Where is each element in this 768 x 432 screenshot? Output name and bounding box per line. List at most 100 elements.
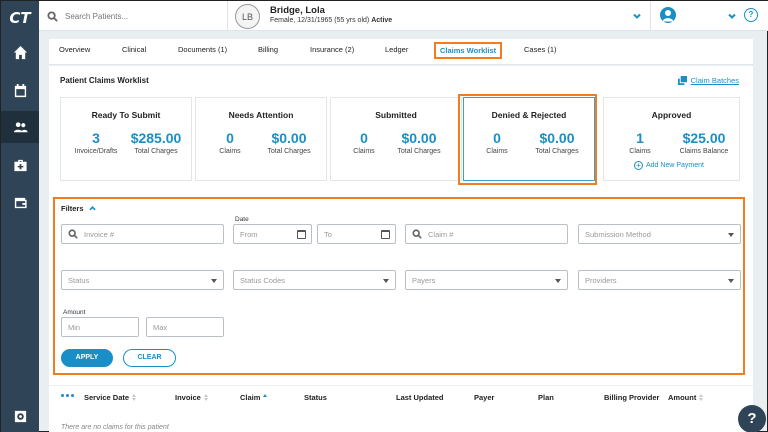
max-placeholder: Max: [153, 322, 168, 332]
summary-title: Approved: [651, 110, 692, 120]
chevron-down-icon[interactable]: [728, 12, 736, 20]
column-label: Amount: [668, 393, 697, 402]
amount-max-field[interactable]: Max: [146, 317, 224, 337]
sort-icon: [132, 394, 137, 401]
sort-icon: [699, 394, 704, 401]
filters-panel: Filters Invoice # Date From To Claim # S…: [53, 197, 745, 375]
sort-ascending-icon: [263, 394, 268, 401]
tab-cases[interactable]: Cases (1): [524, 45, 557, 54]
tab-overview[interactable]: Overview: [59, 45, 90, 54]
claim-batches-label[interactable]: Claim Batches: [691, 76, 739, 85]
batches-icon: [677, 76, 687, 85]
apply-button[interactable]: APPLY: [61, 349, 113, 367]
claims-worklist-panel: Patient Claims Worklist Claim Batches Re…: [49, 66, 753, 432]
add-new-payment-label[interactable]: Add New Payment: [646, 162, 704, 169]
patient-search-input[interactable]: [65, 11, 215, 21]
help-button[interactable]: ?: [738, 405, 766, 432]
patient-tabs: Overview Clinical Documents (1) Billing …: [49, 39, 753, 65]
payers-placeholder: Payers: [412, 275, 436, 285]
status-placeholder: Status: [68, 275, 90, 285]
tab-documents[interactable]: Documents (1): [178, 45, 227, 54]
sort-icon: [203, 394, 208, 401]
column-label: Billing Provider: [604, 393, 660, 402]
clear-button[interactable]: CLEAR: [123, 349, 176, 367]
caret-down-icon: [211, 279, 217, 283]
summary-title: Ready To Submit: [91, 110, 161, 120]
summary-card-approved[interactable]: Approved 1 Claims $25.00 Claims Balance …: [603, 97, 740, 181]
tab-ledger[interactable]: Ledger: [385, 45, 408, 54]
amount-label: Amount: [63, 309, 86, 316]
status-select[interactable]: Status: [61, 270, 224, 290]
patient-search[interactable]: [47, 5, 227, 27]
to-placeholder: To: [324, 229, 332, 239]
caret-down-icon: [728, 233, 734, 237]
date-label: Date: [235, 216, 249, 223]
column-label: Claim: [240, 393, 261, 402]
payers-select[interactable]: Payers: [405, 270, 568, 290]
summary-right-value: $285.00: [130, 130, 182, 146]
providers-placeholder: Providers: [585, 275, 617, 285]
date-to-field[interactable]: To: [317, 224, 396, 244]
divider: [650, 1, 651, 31]
column-label: Plan: [538, 393, 554, 402]
tab-claims-worklist[interactable]: Claims Worklist: [434, 42, 503, 59]
claim-batches-link[interactable]: Claim Batches: [677, 76, 739, 85]
column-options-icon[interactable]: [61, 394, 74, 397]
summary-left-label: Claims: [219, 148, 241, 155]
column-label: Last Updated: [396, 393, 444, 402]
settings-icon[interactable]: [1, 404, 39, 428]
column-header-billing-provider[interactable]: Billing Provider: [604, 393, 659, 402]
status-codes-select[interactable]: Status Codes: [233, 270, 396, 290]
summary-left-value: 3: [92, 130, 100, 146]
date-from-field[interactable]: From: [233, 224, 312, 244]
filters-toggle[interactable]: Filters: [61, 204, 96, 213]
column-header-amount[interactable]: Amount: [668, 393, 704, 402]
summary-left-value: 0: [226, 130, 234, 146]
add-new-payment-button[interactable]: + Add New Payment: [634, 161, 704, 170]
column-header-status[interactable]: Status: [304, 393, 327, 402]
user-icon[interactable]: [660, 7, 676, 23]
claim-search-field[interactable]: Claim #: [405, 224, 568, 244]
summary-card-needs-attention[interactable]: Needs Attention 0 Claims $0.00 Total Cha…: [195, 97, 327, 181]
providers-select[interactable]: Providers: [578, 270, 741, 290]
wallet-icon[interactable]: [1, 190, 39, 214]
invoice-search-field[interactable]: Invoice #: [61, 224, 224, 244]
caret-down-icon: [383, 279, 389, 283]
summary-left-value: 0: [360, 130, 368, 146]
page-title: Patient Claims Worklist: [60, 76, 149, 85]
submission-method-placeholder: Submission Method: [585, 229, 651, 239]
sidebar: CT: [1, 1, 39, 432]
medical-kit-icon[interactable]: [1, 153, 39, 177]
amount-min-field[interactable]: Min: [61, 317, 139, 337]
patients-icon[interactable]: [1, 111, 39, 143]
from-placeholder: From: [240, 229, 258, 239]
chevron-down-icon[interactable]: [633, 12, 641, 20]
calendar-icon[interactable]: [381, 230, 390, 239]
patient-info: Female, 12/31/1965 (55 yrs old) Active: [270, 17, 392, 24]
summary-card-ready-to-submit[interactable]: Ready To Submit 3 Invoice/Drafts $285.00…: [60, 97, 192, 181]
calendar-icon[interactable]: [297, 230, 306, 239]
column-header-claim[interactable]: Claim: [240, 393, 268, 402]
summary-right-label: Total Charges: [397, 148, 441, 155]
calendar-icon[interactable]: [1, 78, 39, 102]
summary-right-label: Claims Balance: [679, 148, 729, 155]
app-logo[interactable]: CT: [1, 1, 39, 35]
patient-status: Active: [371, 17, 393, 24]
filters-label: Filters: [61, 204, 84, 213]
divider: [227, 1, 228, 31]
column-header-service-date[interactable]: Service Date: [84, 393, 137, 402]
column-label: Service Date: [84, 393, 130, 402]
column-header-payer[interactable]: Payer: [474, 393, 494, 402]
search-icon: [68, 229, 78, 239]
column-label: Payer: [474, 393, 495, 402]
column-header-last-updated[interactable]: Last Updated: [396, 393, 444, 402]
column-header-invoice[interactable]: Invoice: [175, 393, 208, 402]
tab-billing[interactable]: Billing: [258, 45, 278, 54]
help-icon[interactable]: ?: [744, 8, 758, 22]
summary-card-submitted[interactable]: Submitted 0 Claims $0.00 Total Charges: [330, 97, 462, 181]
tab-clinical[interactable]: Clinical: [122, 45, 146, 54]
column-header-plan[interactable]: Plan: [538, 393, 554, 402]
submission-method-select[interactable]: Submission Method: [578, 224, 741, 244]
home-icon[interactable]: [1, 40, 39, 64]
tab-insurance[interactable]: Insurance (2): [310, 45, 354, 54]
